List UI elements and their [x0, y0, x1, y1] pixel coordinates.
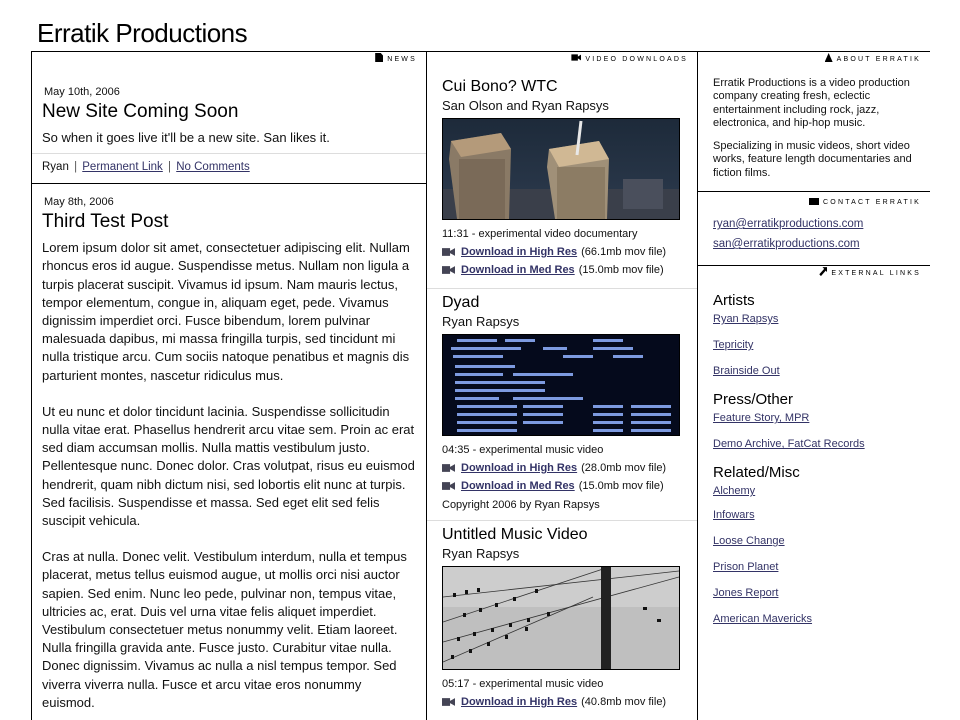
post-meta: Ryan | Permanent Link | No Comments [32, 153, 426, 183]
links-group-title: Artists [713, 292, 755, 310]
external-link[interactable]: Ryan Rapsys [713, 313, 916, 325]
video-camera-icon [442, 464, 455, 472]
about-paragraph: Specializing in music videos, short vide… [713, 140, 912, 179]
download-row: Download in High Res (28.0mb mov file) [442, 462, 697, 474]
envelope-icon [809, 198, 820, 206]
post-body: So when it goes live it'll be a new site… [42, 129, 416, 147]
video-heading: Video Downloads [585, 56, 688, 63]
video-artist: Ryan Rapsys [442, 314, 520, 329]
video-camera-icon [442, 482, 455, 490]
about-section: Erratik Productions is a video productio… [698, 68, 930, 193]
contact-section: ryan@erratikproductions.com san@erratikp… [698, 211, 930, 267]
external-link[interactable]: Feature Story, MPR [713, 412, 916, 424]
video-artist: San Olson and Ryan Rapsys [442, 98, 609, 113]
wtc-aerial-thumbnail [443, 119, 679, 219]
video-section-header: Video Downloads [427, 52, 697, 68]
about-paragraph: Erratik Productions is a video productio… [713, 77, 910, 129]
external-link[interactable]: Alchemy [713, 485, 916, 497]
sidebar-column: About Erratik Erratik Productions is a v… [698, 52, 930, 720]
comments-link[interactable]: No Comments [176, 161, 250, 173]
post-author: Ryan [42, 161, 69, 174]
post-paragraph: Lorem ipsum dolor sit amet, consectetuer… [42, 240, 410, 383]
external-link[interactable]: Prison Planet [713, 561, 916, 573]
external-link-icon [819, 267, 828, 277]
file-size: (66.1mb mov file) [581, 246, 667, 258]
video-entry: Untitled Music Video Ryan Rapsys 05:17 -… [427, 526, 697, 708]
file-size: (15.0mb mov file) [578, 480, 664, 492]
video-title: Dyad [442, 294, 480, 311]
news-post: May 8th, 2006 Third Test Post Lorem ipsu… [32, 196, 426, 712]
email-link-san[interactable]: san@erratikproductions.com [713, 238, 916, 250]
about-heading: About Erratik [836, 56, 921, 63]
download-high-res-link[interactable]: Download in High Res [461, 696, 577, 708]
contact-section-header: Contact Erratik [698, 195, 930, 211]
external-link[interactable]: Infowars [713, 509, 916, 521]
news-heading: News [387, 56, 417, 63]
download-row: Download in High Res (66.1mb mov file) [442, 246, 697, 258]
download-row: Download in High Res (40.8mb mov file) [442, 696, 697, 708]
news-column: News May 10th, 2006 New Site Coming Soon… [31, 52, 427, 720]
video-thumbnail[interactable] [442, 118, 680, 220]
links-group-title: Press/Other [713, 391, 794, 409]
news-section-header: News [32, 52, 426, 68]
file-size: (28.0mb mov file) [581, 462, 667, 474]
video-camera-icon [571, 54, 582, 61]
post-body: Lorem ipsum dolor sit amet, consectetuer… [42, 239, 416, 712]
external-link[interactable]: Demo Archive, FatCat Records [713, 438, 916, 450]
video-description: 04:35 - experimental music video [442, 444, 604, 456]
post-paragraph: So when it goes live it'll be a new site… [42, 130, 330, 145]
download-high-res-link[interactable]: Download in High Res [461, 462, 577, 474]
video-description: 11:31 - experimental video documentary [442, 228, 638, 240]
external-link[interactable]: Loose Change [713, 535, 916, 547]
about-section-header: About Erratik [698, 52, 930, 68]
video-title: Untitled Music Video [442, 526, 588, 543]
video-camera-icon [442, 248, 455, 256]
video-artist: Ryan Rapsys [442, 546, 520, 561]
meta-separator: | [74, 161, 78, 174]
about-text: Erratik Productions is a video productio… [713, 77, 916, 180]
external-heading: External Links [831, 270, 921, 278]
external-links-header: External Links [698, 266, 930, 282]
download-row: Download in Med Res (15.0mb mov file) [442, 264, 697, 276]
email-link-ryan[interactable]: ryan@erratikproductions.com [713, 218, 916, 230]
file-size: (40.8mb mov file) [581, 696, 667, 708]
download-high-res-link[interactable]: Download in High Res [461, 246, 577, 258]
video-entry: Cui Bono? WTC San Olson and Ryan Rapsys [427, 78, 697, 289]
video-thumbnail[interactable] [442, 334, 680, 436]
video-column: Video Downloads Cui Bono? WTC San Olson … [427, 52, 698, 720]
video-thumbnail[interactable] [442, 566, 680, 670]
external-link[interactable]: American Mavericks [713, 613, 916, 625]
post-paragraph: Cras at nulla. Donec velit. Vestibulum i… [42, 549, 407, 710]
warning-triangle-icon [824, 53, 833, 62]
video-copyright: Copyright 2006 by Ryan Rapsys [442, 499, 600, 511]
video-camera-icon [442, 266, 455, 274]
meta-separator: | [168, 161, 172, 174]
external-links-section: Artists Ryan Rapsys Tepricity Brainside … [698, 292, 930, 625]
contact-heading: Contact Erratik [823, 199, 921, 207]
post-title: New Site Coming Soon [42, 101, 239, 122]
terminal-screen-thumbnail [443, 335, 679, 435]
links-group-title: Related/Misc [713, 464, 800, 482]
external-link[interactable]: Brainside Out [713, 365, 916, 377]
download-med-res-link[interactable]: Download in Med Res [461, 480, 575, 492]
post-divider [32, 183, 426, 185]
external-link[interactable]: Tepricity [713, 339, 916, 351]
permalink-link[interactable]: Permanent Link [82, 161, 163, 173]
video-camera-icon [442, 698, 455, 706]
video-description: 05:17 - experimental music video [442, 678, 604, 690]
download-row: Download in Med Res (15.0mb mov file) [442, 480, 697, 492]
site-title: Erratik Productions [37, 18, 248, 48]
download-med-res-link[interactable]: Download in Med Res [461, 264, 575, 276]
document-icon [375, 53, 384, 62]
post-date: May 8th, 2006 [44, 196, 114, 209]
post-paragraph: Ut eu nunc et dolor tincidunt lacinia. S… [42, 403, 415, 529]
video-entry: Dyad Ryan Rapsys 04:35 - experimental mu… [427, 294, 697, 521]
external-link[interactable]: Jones Report [713, 587, 916, 599]
video-title: Cui Bono? WTC [442, 78, 558, 95]
news-post: May 10th, 2006 New Site Coming Soon So w… [32, 86, 426, 147]
birds-on-wires-thumbnail [443, 567, 679, 669]
post-date: May 10th, 2006 [44, 86, 120, 98]
post-title: Third Test Post [42, 211, 169, 233]
file-size: (15.0mb mov file) [578, 264, 664, 276]
